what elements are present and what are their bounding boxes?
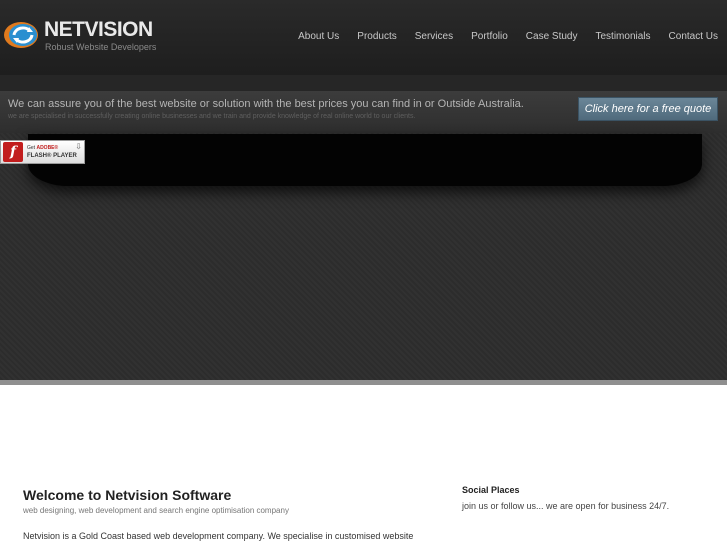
main-nav: About Us Products Services Portfolio Cas… xyxy=(280,31,727,42)
netvision-logo-icon xyxy=(4,22,38,48)
flash-badge-line2: FLASH® PLAYER xyxy=(27,153,77,159)
nav-item-case-study[interactable]: Case Study xyxy=(526,31,578,42)
logo-title: NETVISION xyxy=(44,18,153,41)
site-logo[interactable]: NETVISION Robust Website Developers xyxy=(0,14,170,58)
promo-headline: We can assure you of the best website or… xyxy=(8,98,524,110)
social-places-heading: Social Places xyxy=(462,485,520,495)
nav-item-contact-us[interactable]: Contact Us xyxy=(669,31,718,42)
header-divider-strip xyxy=(0,75,727,91)
site-header: NETVISION Robust Website Developers Abou… xyxy=(0,0,727,75)
nav-item-testimonials[interactable]: Testimonials xyxy=(596,31,651,42)
get-flash-player-button[interactable]: f Get ADOBE® FLASH® PLAYER ⇩ xyxy=(0,140,85,164)
promo-subline: we are specialised in successfully creat… xyxy=(8,113,416,120)
flash-player-icon: f xyxy=(3,142,23,162)
nav-item-products[interactable]: Products xyxy=(357,31,396,42)
welcome-heading: Welcome to Netvision Software xyxy=(23,487,232,503)
welcome-body-text: Netvision is a Gold Coast based web deve… xyxy=(23,531,414,541)
social-places-text: join us or follow us... we are open for … xyxy=(462,501,670,511)
nav-item-portfolio[interactable]: Portfolio xyxy=(471,31,508,42)
welcome-subtitle: web designing, web development and searc… xyxy=(23,506,289,515)
flash-badge-line1: Get ADOBE® xyxy=(27,145,59,151)
free-quote-button[interactable]: Click here for a free quote xyxy=(578,97,718,121)
nav-item-services[interactable]: Services xyxy=(415,31,453,42)
download-arrow-icon: ⇩ xyxy=(75,142,82,151)
logo-tagline: Robust Website Developers xyxy=(45,42,157,52)
banner-shadow xyxy=(28,134,702,186)
banner-bottom-border xyxy=(0,380,727,385)
nav-item-about-us[interactable]: About Us xyxy=(298,31,339,42)
